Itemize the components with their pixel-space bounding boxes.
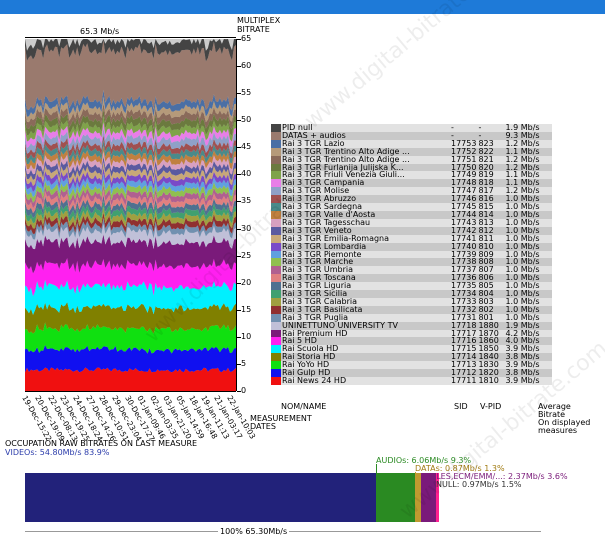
legend-color-swatch: [271, 274, 281, 283]
top-banner: [0, 0, 605, 14]
legend-sid: -: [450, 124, 478, 132]
legend-color-swatch: [271, 361, 281, 370]
legend-vpid: -: [477, 124, 505, 132]
legend-color-swatch: [271, 131, 281, 140]
y-tick-label: 55: [241, 88, 252, 98]
legend-color-swatch: [271, 163, 281, 172]
legend-color-swatch: [271, 139, 281, 148]
legend-name: Rai News 24 HD: [281, 377, 450, 385]
y-axis: [236, 39, 237, 391]
peak-bitrate-label: 65.3 Mb/s: [80, 27, 120, 36]
legend-color-swatch: [271, 147, 281, 156]
bitrate-stacked-chart: [25, 39, 236, 391]
y-tick-label: 40: [241, 169, 252, 179]
average-line-4: measures: [538, 426, 578, 435]
legend-color-swatch: [271, 171, 281, 180]
x-axis-date-labels: 19-Dec-15:22 20-Dec-19:09 22-Dec-08:13 23-D…: [20, 392, 257, 443]
legend-color-swatch: [271, 337, 281, 346]
legend-footer-sid: SID: [454, 402, 468, 411]
occupation-bar-videos: [25, 473, 376, 522]
legend-color-swatch: [271, 242, 281, 251]
legend-footer-name: NOM/NAME: [281, 402, 327, 411]
y-tick-label: 65: [241, 34, 252, 43]
legend-color-swatch: [271, 321, 281, 330]
y-tick-label: 20: [241, 277, 252, 287]
y-tick-label: 60: [241, 61, 252, 71]
legend-color-swatch: [271, 353, 281, 362]
y-tick-label: 15: [241, 304, 252, 314]
legend-color-swatch: [271, 305, 281, 314]
y-tick-label: 45: [241, 142, 252, 152]
measurement-dates-line-2: DATES: [250, 422, 276, 431]
y-tick-label: 10: [241, 331, 252, 341]
stack-layer-rai-news-24-hd: [25, 367, 236, 391]
legend-color-swatch: [271, 250, 281, 259]
audios-connector: [376, 464, 377, 474]
y-tick-label: 35: [241, 196, 252, 206]
occupation-title: OCCUPATION RAW BITRATES ON LAST MEASURE: [5, 439, 198, 448]
y-tick-label: 5: [241, 358, 247, 368]
chart-title: MULTIPLEX BITRATE: [237, 16, 280, 34]
legend-sid: 17711: [450, 376, 478, 385]
legend-color-swatch: [271, 282, 281, 291]
legend-color-swatch: [271, 258, 281, 267]
legend-color-swatch: [271, 290, 281, 298]
legend-color-swatch: [271, 329, 281, 338]
peak-bitrate-line: [25, 37, 236, 38]
y-tick-label: 50: [241, 115, 252, 125]
measurement-dates-label: MEASUREMENT DATES: [250, 415, 312, 431]
legend-row: Rai News 24 HD 17711 1810 3.9 Mb/s: [271, 376, 553, 385]
watermark: www.digital-bitrate.com: [300, 0, 518, 135]
legend-color-swatch: [271, 179, 281, 188]
legend-color-swatch: [271, 124, 281, 132]
occupation-videos-label: VIDEOs: 54.80Mb/s 83.9%: [5, 448, 110, 457]
legend-color-swatch: [271, 155, 281, 164]
legend-color-swatch: [271, 266, 281, 275]
occupation-total-label: 100% 65.30Mb/s: [218, 527, 290, 536]
legend-color-swatch: [271, 234, 281, 243]
chart-title-line-2: BITRATE: [237, 25, 270, 34]
chart-title-line-1: MULTIPLEX: [237, 16, 281, 25]
legend-color-swatch: [271, 345, 281, 354]
legend-color-swatch: [271, 377, 281, 385]
legend-footer-vpid: V-PID: [480, 402, 502, 411]
legend-color-swatch: [271, 369, 281, 377]
legend-vpid: 1810: [477, 377, 505, 385]
legend-color-swatch: [271, 313, 281, 322]
legend-color-swatch: [271, 297, 281, 306]
